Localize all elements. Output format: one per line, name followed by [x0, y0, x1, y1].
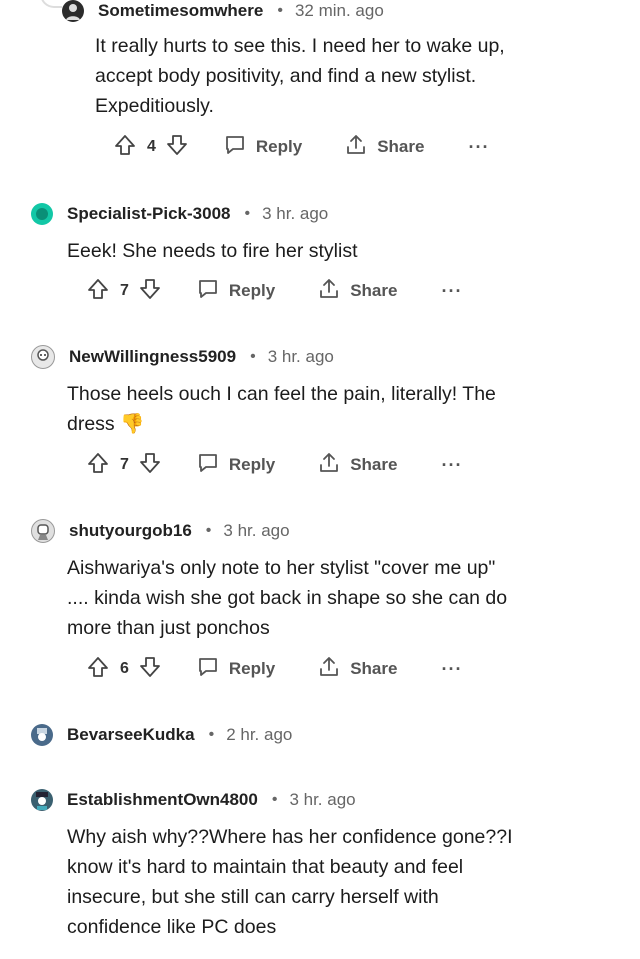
share-upload-icon	[317, 655, 350, 684]
comment-line: confidence like PC does	[67, 916, 277, 938]
separator-dot: •	[244, 205, 251, 222]
comment-body: Aishwariya's only note to her stylist "c…	[67, 553, 567, 643]
avatar[interactable]	[31, 203, 53, 225]
timestamp[interactable]: 3 hr. ago	[223, 521, 289, 541]
timestamp[interactable]: 2 hr. ago	[226, 725, 292, 745]
separator-dot: •	[277, 2, 283, 19]
share-button[interactable]: Share	[317, 451, 397, 480]
comment-line: Why aish why??Where has her confidence g…	[67, 826, 513, 848]
share-button[interactable]: Share	[317, 277, 397, 306]
username[interactable]: BevarseeKudka	[67, 725, 195, 745]
share-label: Share	[350, 659, 398, 678]
more-options-button[interactable]: ···	[468, 137, 489, 158]
username[interactable]: Specialist-Pick-3008	[67, 204, 230, 224]
share-label: Share	[350, 455, 398, 474]
upvote-arrow-icon[interactable]	[86, 451, 110, 480]
share-upload-icon	[344, 133, 377, 162]
avatar[interactable]	[62, 0, 84, 22]
avatar[interactable]	[31, 789, 53, 811]
username[interactable]: Sometimesomwhere	[98, 1, 263, 21]
share-label: Share	[377, 137, 425, 156]
vote-count: 6	[120, 660, 129, 677]
comment-body: Why aish why??Where has her confidence g…	[67, 822, 567, 942]
timestamp[interactable]: 3 hr. ago	[262, 204, 328, 224]
comment-actions: 6 Reply Share ···	[86, 655, 462, 683]
avatar[interactable]	[31, 519, 55, 543]
username[interactable]: shutyourgob16	[69, 521, 192, 541]
share-label: Share	[350, 281, 398, 300]
comment-line: Those heels ouch I can feel the pain, li…	[67, 383, 496, 405]
reply-button[interactable]: Reply	[196, 451, 275, 480]
speech-bubble-icon	[196, 655, 229, 684]
upvote-arrow-icon[interactable]	[113, 133, 137, 162]
username[interactable]: EstablishmentOwn4800	[67, 790, 258, 810]
separator-dot: •	[205, 522, 212, 539]
upvote-arrow-icon[interactable]	[86, 277, 110, 306]
comment-line: know it's hard to maintain that beauty a…	[67, 856, 464, 878]
comment-line: Eeek! She needs to fire her stylist	[67, 240, 358, 262]
downvote-arrow-icon[interactable]	[138, 277, 162, 306]
comment-line: dress 👎	[67, 413, 145, 435]
share-button[interactable]: Share	[317, 655, 397, 684]
share-upload-icon	[317, 277, 350, 306]
avatar[interactable]	[31, 724, 53, 746]
comment-line: It really hurts to see this. I need her …	[95, 35, 505, 57]
comment-actions: 4 Reply Share ···	[113, 133, 489, 161]
comment-actions: 7 Reply Share ···	[86, 451, 462, 479]
comment-body: Those heels ouch I can feel the pain, li…	[67, 379, 567, 439]
vote-count: 7	[120, 456, 129, 473]
share-button[interactable]: Share	[344, 133, 424, 162]
more-options-button[interactable]: ···	[441, 281, 462, 302]
comment-body: It really hurts to see this. I need her …	[95, 31, 595, 121]
reply-button[interactable]: Reply	[196, 655, 275, 684]
downvote-arrow-icon[interactable]	[138, 655, 162, 684]
comment-line: insecure, but she still can carry hersel…	[67, 886, 439, 908]
reply-label: Reply	[228, 281, 276, 300]
comment-line: .... kinda wish she got back in shape so…	[67, 587, 508, 609]
separator-dot: •	[208, 726, 215, 743]
comment-line: more than just ponchos	[67, 617, 270, 639]
downvote-arrow-icon[interactable]	[138, 451, 162, 480]
reply-label: Reply	[255, 137, 303, 156]
reply-label: Reply	[228, 455, 276, 474]
comment-line: Expeditiously.	[95, 95, 214, 117]
comment-body: Eeek! She needs to fire her stylist	[67, 236, 567, 266]
username[interactable]: NewWillingness5909	[69, 347, 236, 367]
reply-button[interactable]: Reply	[223, 133, 302, 162]
thread-connector	[40, 0, 62, 8]
avatar[interactable]	[31, 345, 55, 369]
speech-bubble-icon	[223, 133, 256, 162]
comment-line: Aishwariya's only note to her stylist "c…	[67, 557, 496, 579]
comment-actions: 7 Reply Share ···	[86, 277, 462, 305]
timestamp[interactable]: 3 hr. ago	[268, 347, 334, 367]
vote-count: 7	[120, 282, 129, 299]
more-options-button[interactable]: ···	[441, 455, 462, 476]
upvote-arrow-icon[interactable]	[86, 655, 110, 684]
share-upload-icon	[317, 451, 350, 480]
reply-button[interactable]: Reply	[196, 277, 275, 306]
vote-count: 4	[147, 138, 156, 155]
more-options-button[interactable]: ···	[441, 659, 462, 680]
speech-bubble-icon	[196, 451, 229, 480]
speech-bubble-icon	[196, 277, 229, 306]
timestamp[interactable]: 32 min. ago	[295, 1, 384, 21]
reply-label: Reply	[228, 659, 276, 678]
comment-line: accept body positivity, and find a new s…	[95, 65, 477, 87]
timestamp[interactable]: 3 hr. ago	[289, 790, 355, 810]
downvote-arrow-icon[interactable]	[165, 133, 189, 162]
separator-dot: •	[250, 348, 256, 365]
separator-dot: •	[271, 791, 278, 808]
